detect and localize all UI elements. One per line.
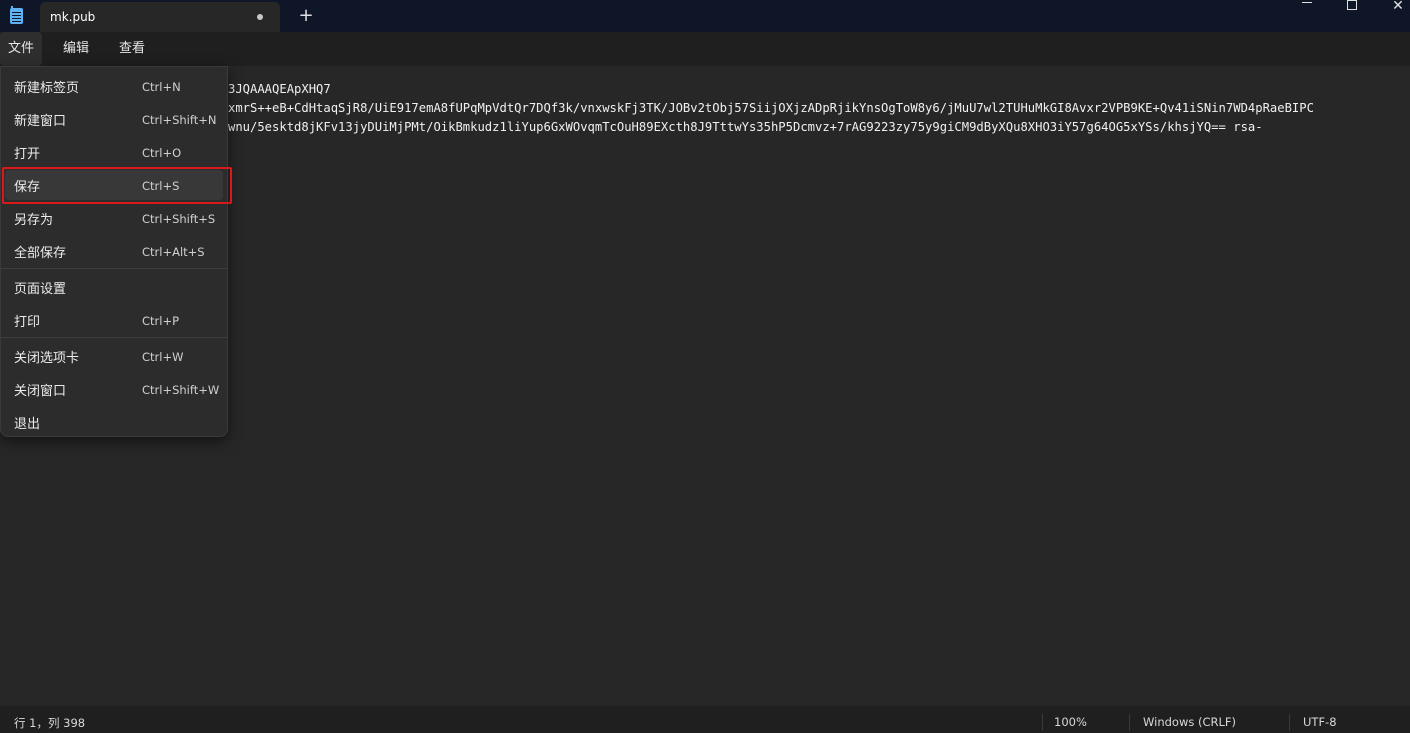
menu-item-save-all[interactable]: 全部保存 Ctrl+Alt+S <box>5 236 223 266</box>
menu-item-exit[interactable]: 退出 <box>5 407 223 437</box>
title-bar: mk.pub + ✕ <box>0 0 1410 32</box>
menu-file[interactable]: 文件 <box>0 32 42 66</box>
menu-separator <box>1 337 227 338</box>
status-bar: 行 1，列 398 100% Windows (CRLF) UTF-8 <box>0 706 1410 733</box>
menu-item-label: 全部保存 <box>14 246 67 261</box>
menu-item-shortcut: Ctrl+O <box>142 146 182 160</box>
file-menu-dropdown: 新建标签页 Ctrl+N 新建窗口 Ctrl+Shift+N 打开 Ctrl+O… <box>0 66 228 437</box>
minimize-button[interactable] <box>1284 0 1330 12</box>
tab-title: mk.pub <box>50 10 96 24</box>
menu-item-label: 打印 <box>14 315 41 330</box>
close-button[interactable]: ✕ <box>1375 0 1410 13</box>
zoom-level[interactable]: 100% <box>1054 715 1087 729</box>
line-ending[interactable]: Windows (CRLF) <box>1143 715 1236 729</box>
menu-item-page-setup[interactable]: 页面设置 <box>5 272 223 302</box>
status-divider <box>1289 714 1290 731</box>
menu-item-new-tab[interactable]: 新建标签页 Ctrl+N <box>5 71 223 101</box>
menu-item-save-as[interactable]: 另存为 Ctrl+Shift+S <box>5 203 223 233</box>
tab-mk-pub[interactable]: mk.pub <box>40 2 280 32</box>
notepad-window: mk.pub + ✕ 文件 编辑 查看 3JQAAAQEApXHQ7 xmrS+… <box>0 0 1410 733</box>
menu-item-label: 另存为 <box>14 213 54 228</box>
menu-item-new-window[interactable]: 新建窗口 Ctrl+Shift+N <box>5 104 223 134</box>
menu-item-close-tab[interactable]: 关闭选项卡 Ctrl+W <box>5 341 223 371</box>
unsaved-dot-icon[interactable] <box>257 14 263 20</box>
minimize-icon <box>1302 2 1312 3</box>
menu-item-label: 关闭窗口 <box>14 384 67 399</box>
menu-item-shortcut: Ctrl+W <box>142 350 184 364</box>
menu-item-shortcut: Ctrl+N <box>142 80 181 94</box>
menu-item-label: 页面设置 <box>14 282 67 297</box>
status-divider <box>1042 714 1043 731</box>
menu-item-label: 关闭选项卡 <box>14 351 80 366</box>
menu-item-shortcut: Ctrl+Shift+W <box>142 383 220 397</box>
save-highlight-box <box>2 167 232 204</box>
menu-view[interactable]: 查看 <box>119 32 145 66</box>
notepad-icon <box>10 6 23 24</box>
editor-line: 3JQAAAQEApXHQ7 <box>228 82 331 96</box>
editor-line: wnu/5esktd8jKFv13jyDUiMjPMt/OikBmkudz1li… <box>228 120 1263 134</box>
menu-item-label: 新建标签页 <box>14 81 80 96</box>
menu-item-shortcut: Ctrl+P <box>142 314 180 328</box>
status-divider <box>1129 714 1130 731</box>
menu-item-label: 新建窗口 <box>14 114 67 129</box>
menu-item-shortcut: Ctrl+Alt+S <box>142 245 205 259</box>
menu-item-shortcut: Ctrl+Shift+S <box>142 212 216 226</box>
encoding[interactable]: UTF-8 <box>1303 715 1337 729</box>
maximize-icon <box>1347 0 1357 10</box>
menu-item-shortcut: Ctrl+Shift+N <box>142 113 217 127</box>
maximize-button[interactable] <box>1329 0 1375 12</box>
editor-line: xmrS++eB+CdHtaqSjR8/UiE917emA8fUPqMpVdtQ… <box>228 101 1314 115</box>
menu-item-print[interactable]: 打印 Ctrl+P <box>5 305 223 335</box>
menu-item-label: 退出 <box>14 417 41 432</box>
menu-item-open[interactable]: 打开 Ctrl+O <box>5 137 223 167</box>
new-tab-button[interactable]: + <box>296 5 316 27</box>
menu-bar: 文件 编辑 查看 <box>0 32 1410 88</box>
menu-item-close-window[interactable]: 关闭窗口 Ctrl+Shift+W <box>5 374 223 404</box>
menu-item-label: 打开 <box>14 147 41 162</box>
cursor-position[interactable]: 行 1，列 398 <box>14 715 85 731</box>
menu-edit[interactable]: 编辑 <box>63 32 89 66</box>
menu-separator <box>1 268 227 269</box>
